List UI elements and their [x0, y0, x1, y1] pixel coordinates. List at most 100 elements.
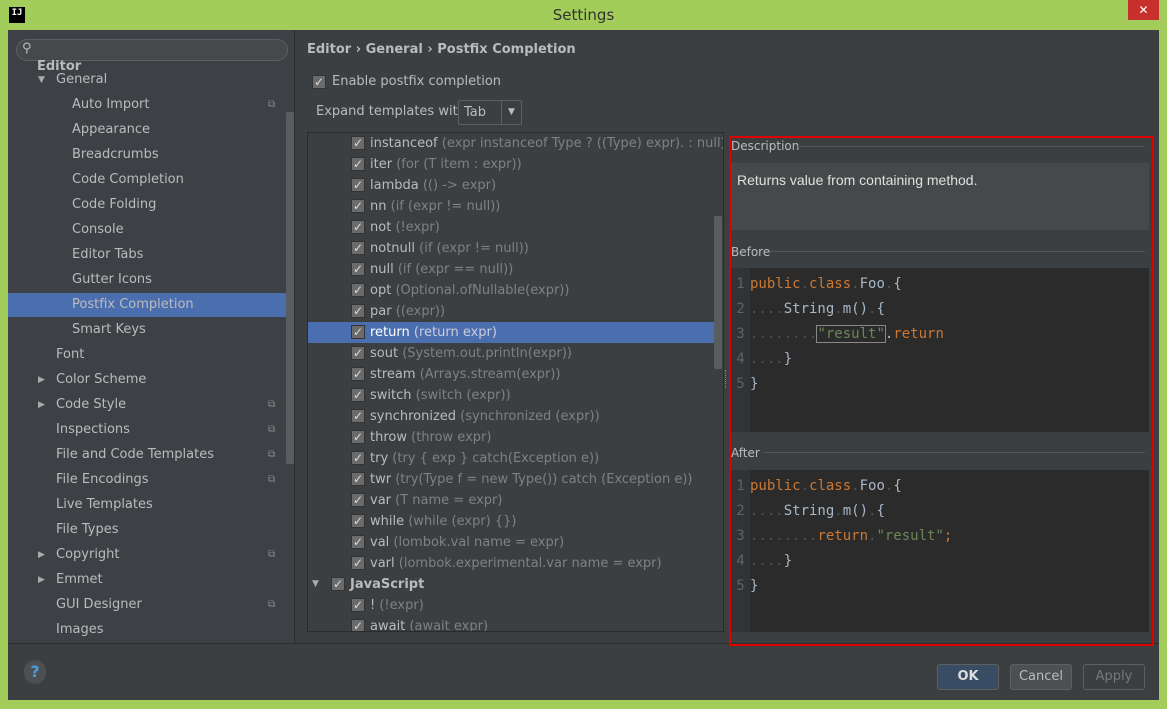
- template-key: while: [370, 514, 405, 529]
- template-checkbox[interactable]: ✓: [351, 451, 365, 465]
- template-checkbox[interactable]: ✓: [351, 514, 365, 528]
- template-checkbox[interactable]: ✓: [351, 136, 365, 150]
- template-checkbox[interactable]: ✓: [351, 535, 365, 549]
- expanded-arrow-icon[interactable]: ▼: [38, 68, 45, 92]
- sidebar-item-label: Breadcrumbs: [72, 147, 159, 162]
- template-row[interactable]: ✓ varl (lombok.experimental.var name = ex…: [308, 553, 723, 574]
- splitter-handle[interactable]: [725, 370, 728, 388]
- sidebar-item-label: Smart Keys: [72, 322, 146, 337]
- template-group-row[interactable]: ▼ ✓ JavaScript: [308, 574, 723, 595]
- footer-divider: [8, 643, 1159, 644]
- cancel-button[interactable]: Cancel: [1010, 664, 1072, 690]
- description-text: Returns value from containing method.: [731, 163, 1149, 230]
- template-row[interactable]: ✓ opt (Optional.ofNullable(expr)): [308, 280, 723, 301]
- apply-button[interactable]: Apply: [1083, 664, 1145, 690]
- template-row[interactable]: ✓ twr (try(Type f = new Type()) catch (Ex…: [308, 469, 723, 490]
- sidebar-item-label: Editor Tabs: [72, 247, 144, 262]
- sidebar-item-label: Gutter Icons: [72, 272, 152, 287]
- breadcrumb-editor[interactable]: Editor: [307, 42, 351, 57]
- template-checkbox[interactable]: ✓: [351, 325, 365, 339]
- template-row[interactable]: ✓ iter (for (T item : expr)): [308, 154, 723, 175]
- template-checkbox[interactable]: ✓: [351, 556, 365, 570]
- template-checkbox[interactable]: ✓: [351, 493, 365, 507]
- template-checkbox[interactable]: ✓: [351, 157, 365, 171]
- template-row[interactable]: ✓ not (!expr): [308, 217, 723, 238]
- template-row[interactable]: ✓ sout (System.out.println(expr)): [308, 343, 723, 364]
- project-scope-icon: ⧉: [268, 599, 276, 610]
- template-description: (try(Type f = new Type()) catch (Excepti…: [395, 472, 693, 487]
- expand-key-dropdown[interactable]: Tab ▼: [458, 100, 522, 125]
- template-key: throw: [370, 430, 407, 445]
- template-checkbox[interactable]: ✓: [351, 262, 365, 276]
- ok-button[interactable]: OK: [937, 664, 999, 690]
- template-checkbox[interactable]: ✓: [351, 598, 365, 612]
- template-row[interactable]: ✓ while (while (expr) {}): [308, 511, 723, 532]
- template-checkbox[interactable]: ✓: [351, 283, 365, 297]
- template-description: (Optional.ofNullable(expr)): [395, 283, 570, 298]
- template-row[interactable]: ✓ return (return expr): [308, 322, 714, 343]
- template-row[interactable]: ✓ try (try { exp } catch(Exception e)): [308, 448, 723, 469]
- template-description: ((expr)): [395, 304, 446, 319]
- template-row[interactable]: ✓ throw (throw expr): [308, 427, 723, 448]
- template-row[interactable]: ✓ notnull (if (expr != null)): [308, 238, 723, 259]
- template-description: (expr instanceof Type ? ((Type) expr). :…: [441, 136, 724, 151]
- template-checkbox[interactable]: ✓: [351, 178, 365, 192]
- template-row[interactable]: ✓ synchronized (synchronized (expr)): [308, 406, 723, 427]
- help-button[interactable]: ?: [24, 660, 46, 684]
- template-key: synchronized: [370, 409, 457, 424]
- template-checkbox[interactable]: ✓: [351, 346, 365, 360]
- template-row[interactable]: ✓ stream (Arrays.stream(expr)): [308, 364, 723, 385]
- template-key: JavaScript: [350, 577, 425, 592]
- template-row[interactable]: ✓ lambda (() -> expr): [308, 175, 723, 196]
- sidebar-item-label: General: [56, 72, 108, 87]
- template-checkbox[interactable]: ✓: [331, 577, 345, 591]
- sidebar-item-label: GUI Designer: [56, 597, 142, 612]
- template-row[interactable]: ✓ nn (if (expr != null)): [308, 196, 723, 217]
- template-checkbox[interactable]: ✓: [351, 199, 365, 213]
- template-key: not: [370, 220, 392, 235]
- collapsed-arrow-icon[interactable]: ▶: [38, 568, 45, 592]
- template-key: opt: [370, 283, 392, 298]
- template-key: switch: [370, 388, 412, 403]
- collapsed-arrow-icon[interactable]: ▶: [38, 393, 45, 417]
- template-checkbox[interactable]: ✓: [351, 388, 365, 402]
- template-row[interactable]: ✓ switch (switch (expr)): [308, 385, 723, 406]
- template-row[interactable]: ✓! (!expr): [308, 595, 723, 616]
- template-checkbox[interactable]: ✓: [351, 430, 365, 444]
- template-checkbox[interactable]: ✓: [351, 409, 365, 423]
- template-checkbox[interactable]: ✓: [351, 367, 365, 381]
- collapsed-arrow-icon[interactable]: ▶: [38, 368, 45, 392]
- template-key: stream: [370, 367, 416, 382]
- template-description: (() -> expr): [422, 178, 497, 193]
- template-key: lambda: [370, 178, 419, 193]
- template-checkbox[interactable]: ✓: [351, 472, 365, 486]
- template-description: (synchronized (expr)): [460, 409, 600, 424]
- sidebar-item-label: Live Templates: [56, 497, 153, 512]
- expanded-arrow-icon[interactable]: ▼: [312, 574, 319, 595]
- template-checkbox[interactable]: ✓: [351, 619, 365, 631]
- template-row[interactable]: ✓ val (lombok.val name = expr): [308, 532, 723, 553]
- template-description: (if (expr != null)): [390, 199, 501, 214]
- template-row[interactable]: ✓ var (T name = expr): [308, 490, 723, 511]
- project-scope-icon: ⧉: [268, 99, 276, 110]
- template-checkbox[interactable]: ✓: [351, 304, 365, 318]
- title-bar: IJ Settings ✕: [0, 0, 1167, 30]
- tree-scrollbar[interactable]: [714, 216, 722, 369]
- close-button[interactable]: ✕: [1128, 0, 1159, 20]
- divider: [770, 251, 1145, 252]
- sidebar-item-label: File Encodings: [56, 472, 149, 487]
- template-row[interactable]: ✓ await (await expr): [308, 616, 723, 631]
- description-label: Description: [731, 139, 800, 153]
- template-description: (T name = expr): [395, 493, 503, 508]
- template-checkbox[interactable]: ✓: [351, 220, 365, 234]
- template-checkbox[interactable]: ✓: [351, 241, 365, 255]
- template-key: sout: [370, 346, 399, 361]
- template-row[interactable]: ✓ null (if (expr == null)): [308, 259, 723, 280]
- sidebar-item-postfix-completion[interactable]: Postfix Completion: [8, 293, 287, 317]
- template-row[interactable]: ✓ instanceof (expr instanceof Type ? ((Ty…: [308, 133, 723, 154]
- breadcrumb-general[interactable]: General: [366, 42, 423, 57]
- collapsed-arrow-icon[interactable]: ▶: [38, 543, 45, 567]
- sidebar-item-label: Postfix Completion: [72, 297, 194, 312]
- template-row[interactable]: ✓ par ((expr)): [308, 301, 723, 322]
- sidebar-scrollbar[interactable]: [286, 112, 294, 464]
